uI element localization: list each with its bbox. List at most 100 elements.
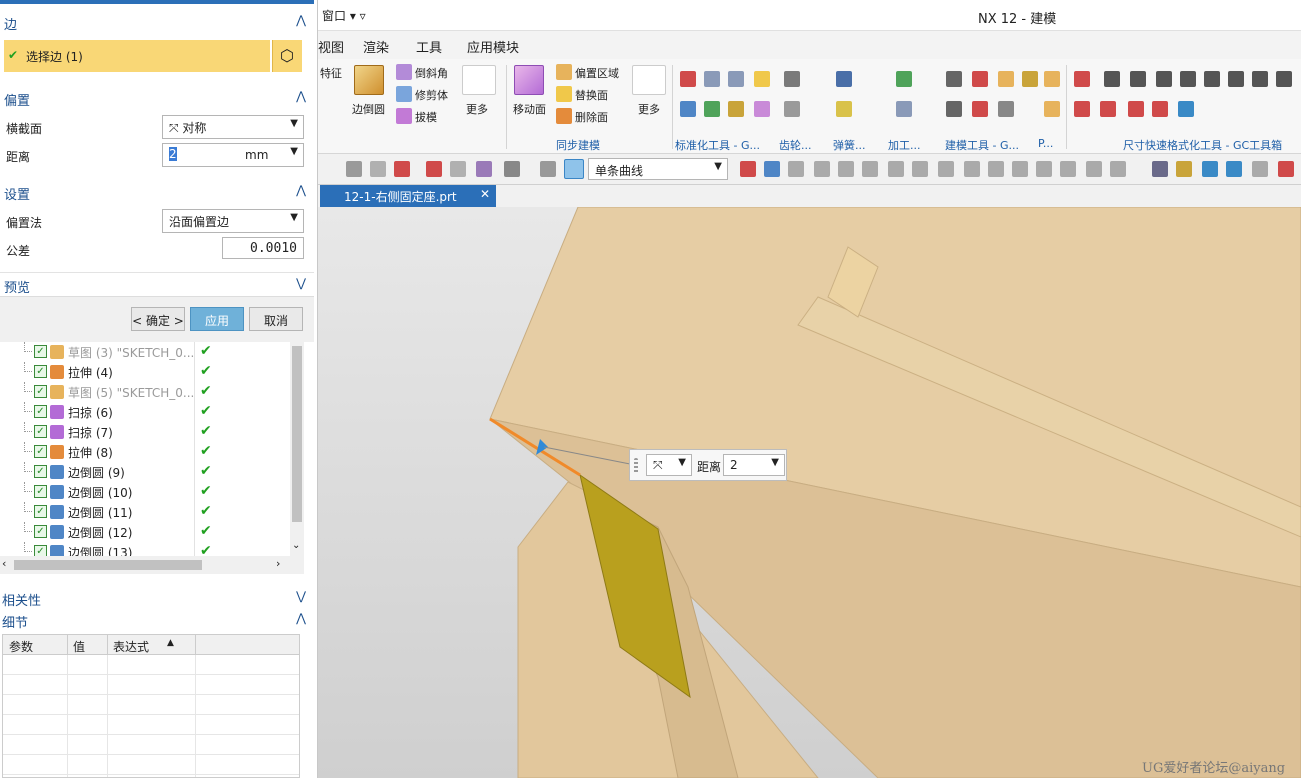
move-face-label[interactable]: 移动面 [513,101,546,117]
tree-horizontal-scrollbar[interactable]: ‹ › [0,556,304,574]
snap-icon[interactable] [1110,161,1126,177]
view-icon[interactable] [1226,161,1242,177]
p-tool-icon[interactable] [1044,71,1060,87]
visibility-checkbox[interactable]: ✓ [34,385,47,398]
snap-icon[interactable] [1036,161,1052,177]
dimension-format-icon[interactable] [1252,71,1268,87]
visibility-checkbox[interactable]: ✓ [34,465,47,478]
modeling-tool-icon[interactable] [972,101,988,117]
window-menu[interactable]: 窗口 ▾ ▿ [322,7,366,24]
view-icon[interactable] [1202,161,1218,177]
section-details[interactable]: 细节 ⋀ [0,608,314,632]
more-features-label[interactable]: 更多 [466,101,488,117]
cross-section-mini-dropdown[interactable]: ⤧ ▼ [646,454,692,476]
view-icon[interactable] [1176,161,1192,177]
delete-face-label[interactable]: 删除面 [575,109,608,125]
tree-row[interactable]: ✓ 边倒圆 (9) ✔ [0,462,290,482]
offset-method-dropdown[interactable]: 沿面偏置边 ▼ [162,209,304,233]
tree-vertical-scrollbar[interactable]: ⌄ [290,342,304,556]
replace-face-icon[interactable] [556,86,572,102]
selection-filter-icon[interactable] [426,161,442,177]
distance-input[interactable]: 2 mm ▼ [162,143,304,167]
standard-tool-icon[interactable] [704,71,720,87]
snap-icon[interactable] [912,161,928,177]
dimension-format-icon[interactable] [1180,71,1196,87]
gear-tool-icon[interactable] [784,101,800,117]
group-machining[interactable]: 加工... [888,137,921,153]
p-tool-icon[interactable] [1044,101,1060,117]
selection-filter-icon[interactable] [504,161,520,177]
spring-tool-icon[interactable] [836,101,852,117]
chevron-up-icon[interactable]: ⋀ [296,89,306,103]
col-parameter[interactable]: 参数 [9,638,33,655]
draft-label[interactable]: 拔模 [415,109,437,125]
group-gears[interactable]: 齿轮... [779,137,812,153]
drag-handle-icon[interactable] [634,458,638,474]
offset-region-label[interactable]: 偏置区域 [575,65,619,81]
selection-filter-icon[interactable] [394,161,410,177]
standard-tool-icon[interactable] [704,101,720,117]
dimension-format-icon[interactable] [1178,101,1194,117]
snap-icon[interactable] [814,161,830,177]
view-icon[interactable] [1152,161,1168,177]
group-dimension-format[interactable]: 尺寸快速格式化工具 - GC工具箱 [1123,137,1282,153]
snap-icon[interactable] [888,161,904,177]
dimension-format-icon[interactable] [1204,71,1220,87]
dimension-format-icon[interactable] [1152,101,1168,117]
standard-tool-icon[interactable] [680,71,696,87]
tree-row[interactable]: ✓ 拉伸 (8) ✔ [0,442,290,462]
snap-icon[interactable] [764,161,780,177]
edge-blend-icon[interactable] [354,65,384,95]
cross-section-dropdown[interactable]: ⤧ 对称 ▼ [162,115,304,139]
tree-row[interactable]: ✓ 草图 (3) "SKETCH_0... ✔ [0,342,290,362]
tree-row[interactable]: ✓ 扫掠 (7) ✔ [0,422,290,442]
more-sync-icon[interactable] [632,65,666,95]
snap-icon[interactable] [1086,161,1102,177]
snap-icon[interactable] [988,161,1004,177]
modeling-tool-icon[interactable] [946,101,962,117]
chamfer-icon[interactable] [396,64,412,80]
edge-blend-label[interactable]: 边倒圆 [352,101,385,117]
modeling-tool-icon[interactable] [972,71,988,87]
dimension-format-icon[interactable] [1128,101,1144,117]
snap-icon[interactable] [938,161,954,177]
dimension-format-icon[interactable] [1074,71,1090,87]
section-offset[interactable]: 偏置 ⋀ [0,86,314,110]
tree-row[interactable]: ✓ 扫掠 (6) ✔ [0,402,290,422]
move-face-icon[interactable] [514,65,544,95]
chevron-down-icon[interactable]: ⌄ [292,540,300,551]
ok-button[interactable]: < 确定 > [131,307,185,331]
visibility-checkbox[interactable]: ✓ [34,445,47,458]
section-dependencies[interactable]: 相关性 ⋁ [0,586,314,610]
snap-icon[interactable] [1012,161,1028,177]
snap-icon[interactable] [964,161,980,177]
dimension-format-icon[interactable] [1074,101,1090,117]
group-modeling-tools[interactable]: 建模工具 - G... [945,137,1019,153]
selection-filter-icon[interactable] [346,161,362,177]
offset-region-icon[interactable] [556,64,572,80]
group-sync-modeling[interactable]: 同步建模 [556,137,600,153]
tolerance-input[interactable]: 0.0010 [222,237,304,259]
selection-filter-icon[interactable] [540,161,556,177]
menu-render[interactable]: 渲染 [363,37,389,56]
tree-row[interactable]: ✓ 边倒圆 (11) ✔ [0,502,290,522]
visibility-checkbox[interactable]: ✓ [34,345,47,358]
replace-face-label[interactable]: 替换面 [575,87,608,103]
modeling-tool-icon[interactable] [1022,71,1038,87]
snap-icon[interactable] [862,161,878,177]
group-springs[interactable]: 弹簧... [833,137,866,153]
snap-icon[interactable] [1060,161,1076,177]
selection-filter-icon[interactable] [370,161,386,177]
selection-filter-icon[interactable] [450,161,466,177]
standard-tool-icon[interactable] [728,71,744,87]
cube-icon[interactable]: ⬡ [272,40,302,72]
chevron-left-icon[interactable]: ‹ [2,557,6,570]
tree-row[interactable]: ✓ 边倒圆 (12) ✔ [0,522,290,542]
section-settings[interactable]: 设置 ⋀ [0,180,314,204]
group-standard-tools[interactable]: 标准化工具 - G... [675,137,760,153]
visibility-checkbox[interactable]: ✓ [34,525,47,538]
tree-row[interactable]: ✓ 边倒圆 (10) ✔ [0,482,290,502]
tab-part-file[interactable]: 12-1-右侧固定座.prt ✕ [320,185,496,207]
gear-tool-icon[interactable] [784,71,800,87]
cancel-button[interactable]: 取消 [249,307,303,331]
